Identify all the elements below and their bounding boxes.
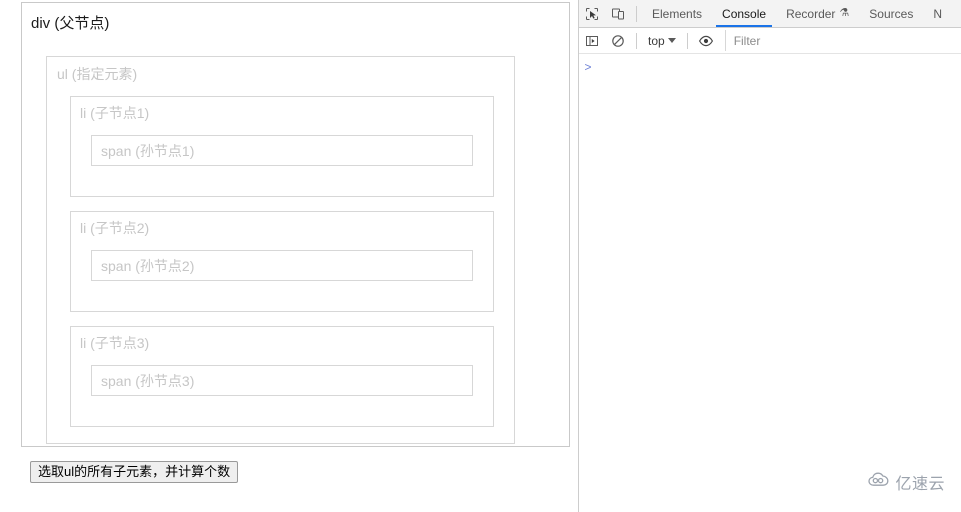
span-grandchild-node-box: span (孙节点1) bbox=[91, 135, 473, 166]
span-grandchild-node-box: span (孙节点3) bbox=[91, 365, 473, 396]
tab-sources-label: Sources bbox=[869, 6, 914, 21]
javascript-context-label: top bbox=[648, 33, 665, 48]
clear-console-icon[interactable] bbox=[605, 29, 631, 53]
tab-console-label: Console bbox=[722, 6, 767, 21]
devtools-panel: Elements Console Recorder ⚗ Sources N to… bbox=[579, 0, 961, 512]
li-child-node-box: li (子节点2) span (孙节点2) bbox=[70, 211, 494, 312]
tab-console[interactable]: Console bbox=[712, 0, 776, 27]
div-parent-node-box: div (父节点) ul (指定元素) li (子节点1) span (孙节点1… bbox=[21, 2, 570, 447]
device-toolbar-icon[interactable] bbox=[605, 2, 631, 26]
console-toolbar-separator bbox=[636, 32, 637, 49]
tab-recorder-label: Recorder bbox=[786, 6, 836, 21]
select-children-and-count-button[interactable]: 选取ul的所有子元素，并计算个数 bbox=[30, 461, 239, 483]
web-page-viewport: div (父节点) ul (指定元素) li (子节点1) span (孙节点1… bbox=[0, 0, 578, 512]
tab-network[interactable]: N bbox=[923, 0, 952, 27]
toolbar-separator bbox=[636, 5, 637, 22]
chevron-down-icon bbox=[667, 38, 676, 43]
inspect-element-icon[interactable] bbox=[579, 2, 605, 26]
console-sidebar-icon[interactable] bbox=[579, 29, 605, 53]
li-child-node-box: li (子节点3) span (孙节点3) bbox=[70, 326, 494, 427]
console-output-area[interactable]: > bbox=[579, 54, 961, 512]
console-prompt-row[interactable]: > bbox=[579, 58, 961, 78]
tab-network-label: N bbox=[933, 6, 942, 21]
ul-target-element-box: ul (指定元素) li (子节点1) span (孙节点1) li (子节点2… bbox=[46, 56, 515, 444]
span-grandchild-node-label: span (孙节点3) bbox=[101, 373, 195, 389]
browser-screenshot: div (父节点) ul (指定元素) li (子节点1) span (孙节点1… bbox=[0, 0, 961, 512]
span-grandchild-node-label: span (孙节点2) bbox=[101, 258, 195, 274]
li-child-node-box: li (子节点1) span (孙节点1) bbox=[70, 96, 494, 197]
span-grandchild-node-label: span (孙节点1) bbox=[101, 143, 195, 159]
tab-recorder[interactable]: Recorder ⚗ bbox=[776, 0, 859, 27]
li-child-node-label: li (子节点1) bbox=[80, 105, 150, 121]
console-toolbar-separator-2 bbox=[686, 32, 688, 49]
li-child-node-label: li (子节点3) bbox=[80, 335, 150, 351]
div-parent-node-label: div (父节点) bbox=[31, 15, 110, 32]
devtools-tabbar: Elements Console Recorder ⚗ Sources N bbox=[579, 0, 961, 28]
console-filter-input[interactable] bbox=[724, 30, 957, 51]
tab-elements-label: Elements bbox=[652, 6, 703, 21]
flask-experiment-icon: ⚗ bbox=[839, 7, 850, 19]
span-grandchild-node-box: span (孙节点2) bbox=[91, 250, 473, 281]
console-prompt-caret-icon: > bbox=[584, 61, 592, 75]
ul-target-element-label: ul (指定元素) bbox=[57, 66, 138, 82]
live-expression-eye-icon[interactable] bbox=[693, 29, 719, 53]
javascript-context-selector[interactable]: top bbox=[642, 31, 682, 50]
li-child-node-label: li (子节点2) bbox=[80, 220, 150, 236]
console-toolbar: top bbox=[579, 28, 961, 54]
console-prompt-input[interactable] bbox=[597, 58, 961, 78]
tab-elements[interactable]: Elements bbox=[642, 0, 712, 27]
tab-sources[interactable]: Sources bbox=[859, 0, 923, 27]
